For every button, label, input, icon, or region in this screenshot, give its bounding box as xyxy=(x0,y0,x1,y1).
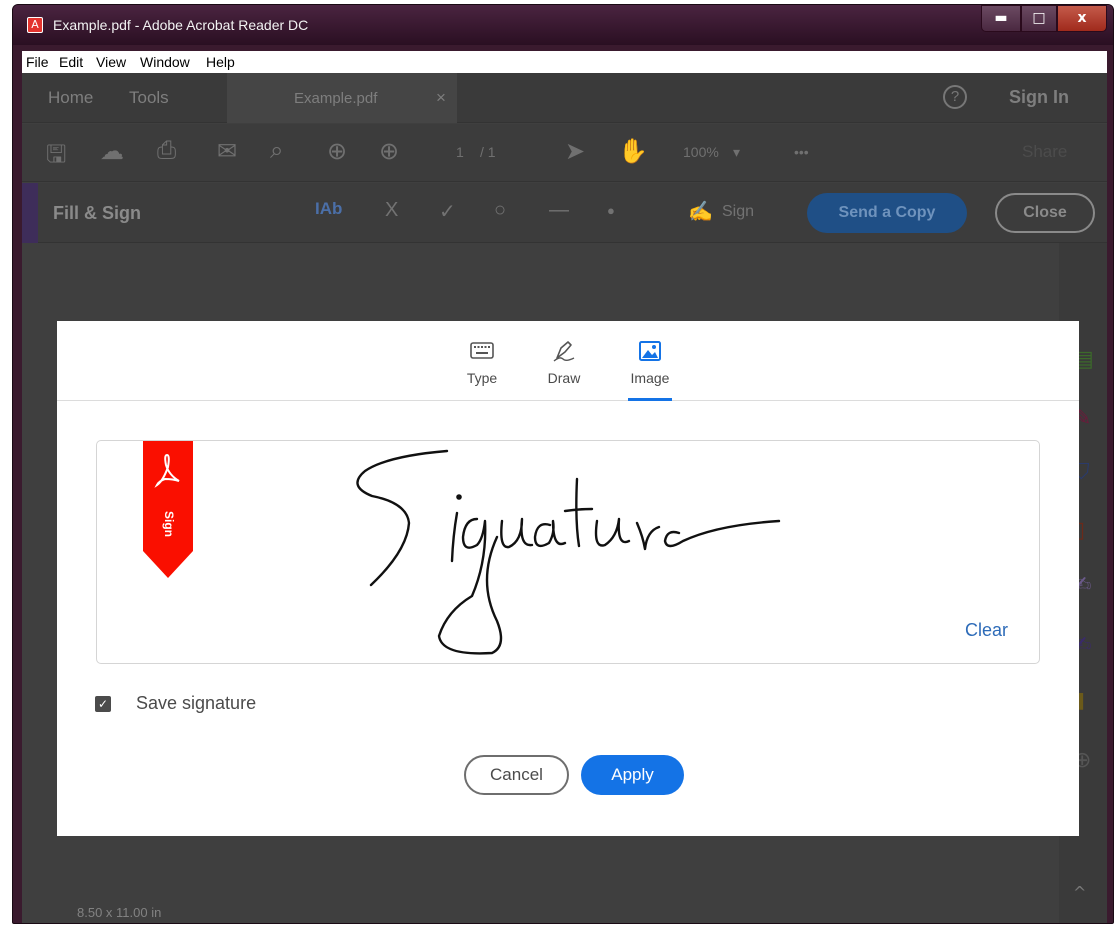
page-total: / 1 xyxy=(480,144,496,160)
tab-home[interactable]: Home xyxy=(48,88,93,108)
cross-mark-tool[interactable]: X xyxy=(385,199,398,222)
signature-dialog: Type Draw Image Sign Clear ✓ Save signat… xyxy=(57,321,1079,836)
more-tools-icon[interactable]: ••• xyxy=(794,144,809,160)
maximize-button[interactable]: □ xyxy=(1021,5,1057,32)
save-signature-checkbox[interactable]: ✓ xyxy=(95,696,111,712)
check-mark-tool[interactable]: ✓ xyxy=(439,199,456,224)
save-signature-label[interactable]: Save signature xyxy=(136,693,256,714)
tab-tools[interactable]: Tools xyxy=(129,88,169,108)
select-arrow-icon[interactable]: ➤ xyxy=(565,137,585,166)
active-tab-indicator xyxy=(628,398,672,401)
adobe-sign-ribbon: Sign xyxy=(143,441,193,578)
close-tab-icon[interactable]: × xyxy=(436,88,446,108)
window-close-button[interactable]: x xyxy=(1057,5,1107,32)
page-up-icon[interactable]: ⊕ xyxy=(327,137,347,166)
search-icon[interactable]: ⌕ xyxy=(270,137,283,165)
print-icon[interactable]: ⎙ xyxy=(157,137,176,165)
acrobat-app-icon: A xyxy=(27,17,43,33)
signature-image xyxy=(356,449,781,655)
menu-help[interactable]: Help xyxy=(206,54,235,70)
save-icon[interactable]: 🖫 xyxy=(46,137,66,178)
send-a-copy-button[interactable]: Send a Copy xyxy=(807,193,967,233)
clear-signature-link[interactable]: Clear xyxy=(965,620,1008,641)
main-toolbar: 🖫 ☁ ⎙ ✉ ⌕ ⊕ ⊕ 1 / 1 ➤ ✋ 100% ▾ ••• Share xyxy=(22,124,1107,182)
pen-icon xyxy=(553,341,575,362)
title-bar: A Example.pdf - Adobe Acrobat Reader DC … xyxy=(13,5,1113,45)
hand-tool-icon[interactable]: ✋ xyxy=(618,137,648,166)
close-fill-sign-button[interactable]: Close xyxy=(995,193,1095,233)
add-text-tool[interactable]: IAb xyxy=(315,199,342,219)
line-tool[interactable]: — xyxy=(549,199,569,222)
tab-type-label: Type xyxy=(466,370,498,386)
tab-image[interactable]: Image xyxy=(615,337,685,386)
fill-sign-title: Fill & Sign xyxy=(53,203,141,223)
tab-draw-label: Draw xyxy=(547,370,581,386)
page-size-indicator: 8.50 x 11.00 in xyxy=(77,905,162,920)
minimize-button[interactable]: ▬ xyxy=(981,5,1021,32)
ribbon-sign-text: Sign xyxy=(162,511,176,537)
tab-document-label[interactable]: Example.pdf xyxy=(294,90,377,107)
apply-button[interactable]: Apply xyxy=(581,755,684,795)
tab-image-label: Image xyxy=(630,370,670,386)
menu-view[interactable]: View xyxy=(96,54,126,70)
sign-pen-icon[interactable]: ✍ xyxy=(688,199,713,224)
dot-tool[interactable]: ● xyxy=(607,203,615,218)
signature-preview-area[interactable]: Sign Clear xyxy=(96,440,1040,664)
page-down-icon[interactable]: ⊕ xyxy=(379,137,399,166)
menu-window[interactable]: Window xyxy=(140,54,190,70)
email-icon[interactable]: ✉ xyxy=(217,137,237,166)
image-icon xyxy=(639,341,661,361)
page-current[interactable]: 1 xyxy=(456,144,464,160)
sign-tool-label[interactable]: Sign xyxy=(722,203,754,221)
fill-sign-accent xyxy=(22,183,38,243)
menu-bar: File Edit View Window Help xyxy=(22,51,1107,73)
tab-draw[interactable]: Draw xyxy=(529,337,599,386)
cancel-button[interactable]: Cancel xyxy=(464,755,569,795)
signature-mode-tabs: Type Draw Image xyxy=(57,321,1079,401)
upload-cloud-icon[interactable]: ☁ xyxy=(100,137,124,166)
menu-file[interactable]: File xyxy=(26,54,49,70)
fill-sign-bar: Fill & Sign IAb X ✓ ○ — ● ✍ Sign Send a … xyxy=(22,183,1107,243)
share-button[interactable]: Share xyxy=(1022,142,1067,162)
tab-type[interactable]: Type xyxy=(447,337,517,386)
menu-edit[interactable]: Edit xyxy=(59,54,83,70)
circle-tool[interactable]: ○ xyxy=(494,199,506,222)
window-title: Example.pdf - Adobe Acrobat Reader DC xyxy=(53,17,309,33)
tab-bar: Home Tools Example.pdf × ? Sign In xyxy=(22,73,1107,123)
zoom-dropdown-icon[interactable]: ▾ xyxy=(733,144,740,161)
sign-in-button[interactable]: Sign In xyxy=(1009,87,1069,108)
add-text-tool-label: Ab xyxy=(319,199,343,218)
help-icon[interactable]: ? xyxy=(943,85,967,109)
zoom-level[interactable]: 100% xyxy=(683,144,719,160)
collapse-rail-icon[interactable]: ^ xyxy=(1073,883,1086,902)
keyboard-icon xyxy=(470,342,494,359)
